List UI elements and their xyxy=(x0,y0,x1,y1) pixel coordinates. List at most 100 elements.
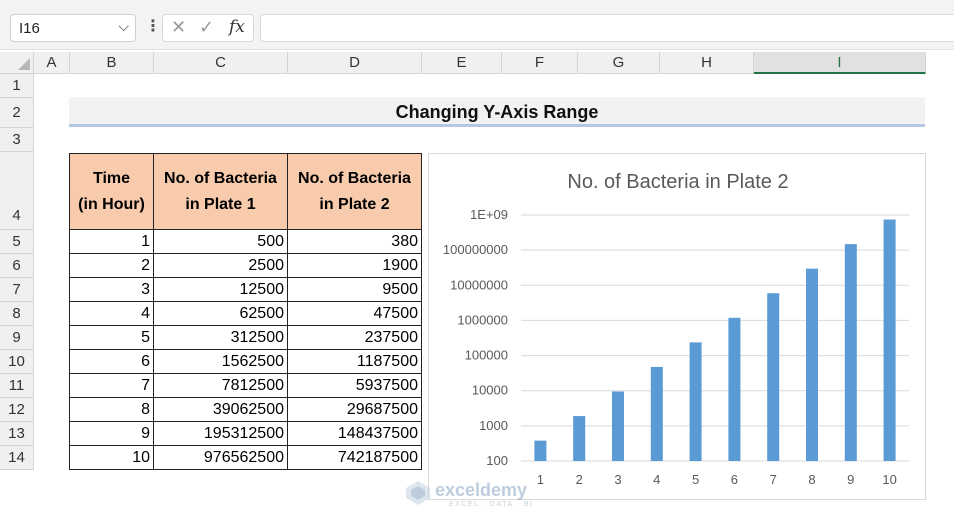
cell-plate-1[interactable]: 976562500 xyxy=(153,445,288,470)
y-tick-label: 1000 xyxy=(479,418,508,433)
logo-icon xyxy=(406,481,430,505)
table-row: 5 312500 237500 xyxy=(69,325,422,350)
sheet-title: Changing Y-Axis Range xyxy=(69,97,925,127)
cell-time[interactable]: 2 xyxy=(69,253,154,278)
exceldemy-logo: exceldemy EXCEL · DATA · BI xyxy=(405,478,555,514)
y-tick-label: 1E+09 xyxy=(470,207,508,222)
cell-plate-2[interactable]: 380 xyxy=(287,229,422,254)
enter-icon[interactable]: ✓ xyxy=(199,17,214,38)
cell-plate-1[interactable]: 500 xyxy=(153,229,288,254)
row-header-8[interactable]: 8 xyxy=(0,302,34,326)
chart-title: No. of Bacteria in Plate 2 xyxy=(567,171,788,193)
row-header-3[interactable]: 3 xyxy=(0,128,34,152)
cell-time[interactable]: 3 xyxy=(69,277,154,302)
cell-plate-2[interactable]: 5937500 xyxy=(287,373,422,398)
more-options-icon[interactable]: ⋮ xyxy=(145,16,161,36)
cell-plate-2[interactable]: 237500 xyxy=(287,325,422,350)
column-header-a[interactable]: A xyxy=(34,52,70,74)
cell-time[interactable]: 7 xyxy=(69,373,154,398)
cell-plate-2[interactable]: 29687500 xyxy=(287,397,422,422)
select-all-button[interactable] xyxy=(0,52,34,74)
column-header-e[interactable]: E xyxy=(422,52,502,74)
bar xyxy=(883,219,896,461)
row-header-14[interactable]: 14 xyxy=(0,446,34,470)
x-tick-label: 9 xyxy=(847,472,854,487)
name-box-value: I16 xyxy=(19,20,40,37)
cell-plate-2[interactable]: 742187500 xyxy=(287,445,422,470)
x-tick-label: 7 xyxy=(770,472,777,487)
chevron-down-icon[interactable]: ⌵ xyxy=(118,18,129,35)
column-header-d[interactable]: D xyxy=(288,52,422,74)
y-tick-label: 10000000 xyxy=(450,277,508,292)
data-table: Time (in Hour) No. of Bacteria in Plate 1 … xyxy=(69,153,422,470)
y-tick-label: 10000 xyxy=(472,383,508,398)
column-header-h[interactable]: H xyxy=(660,52,754,74)
cell-time[interactable]: 1 xyxy=(69,229,154,254)
table-row: 6 1562500 1187500 xyxy=(69,349,422,374)
cell-time[interactable]: 6 xyxy=(69,349,154,374)
x-tick-label: 3 xyxy=(614,472,621,487)
table-row: 7 7812500 5937500 xyxy=(69,373,422,398)
column-header-f[interactable]: F xyxy=(502,52,578,74)
name-box[interactable]: I16 ⌵ xyxy=(10,14,136,42)
y-tick-label: 100000000 xyxy=(443,242,508,257)
logo-tagline: EXCEL · DATA · BI xyxy=(449,501,534,508)
cell-plate-1[interactable]: 1562500 xyxy=(153,349,288,374)
cell-time[interactable]: 5 xyxy=(69,325,154,350)
bar xyxy=(650,366,663,461)
bar xyxy=(767,293,780,461)
formula-input[interactable] xyxy=(260,14,954,42)
row-header-9[interactable]: 9 xyxy=(0,326,34,350)
row-header-2[interactable]: 2 xyxy=(0,98,34,128)
cell-time[interactable]: 9 xyxy=(69,421,154,446)
cell-plate-1[interactable]: 7812500 xyxy=(153,373,288,398)
row-header-12[interactable]: 12 xyxy=(0,398,34,422)
cell-time[interactable]: 10 xyxy=(69,445,154,470)
x-tick-label: 4 xyxy=(653,472,660,487)
cell-time[interactable]: 4 xyxy=(69,301,154,326)
cell-plate-1[interactable]: 12500 xyxy=(153,277,288,302)
y-tick-label: 1000000 xyxy=(457,312,508,327)
row-header-7[interactable]: 7 xyxy=(0,278,34,302)
insert-function-icon[interactable]: fx xyxy=(229,17,245,37)
cell-plate-1[interactable]: 62500 xyxy=(153,301,288,326)
cell-plate-1[interactable]: 312500 xyxy=(153,325,288,350)
formula-bar: I16 ⌵ ⋮ ✕ ✓ fx xyxy=(0,0,954,50)
row-header-10[interactable]: 10 xyxy=(0,350,34,374)
row-header-6[interactable]: 6 xyxy=(0,254,34,278)
row-header-1[interactable]: 1 xyxy=(0,74,34,98)
x-tick-label: 8 xyxy=(808,472,815,487)
column-header-g[interactable]: G xyxy=(578,52,660,74)
header-time[interactable]: Time (in Hour) xyxy=(69,153,154,230)
row-header-5[interactable]: 5 xyxy=(0,230,34,254)
column-header-c[interactable]: C xyxy=(154,52,288,74)
bar xyxy=(573,416,586,461)
table-row: 1 500 380 xyxy=(69,229,422,254)
bar xyxy=(728,317,741,461)
cell-plate-1[interactable]: 195312500 xyxy=(153,421,288,446)
x-tick-label: 10 xyxy=(882,472,896,487)
header-plate-2[interactable]: No. of Bacteria in Plate 2 xyxy=(287,153,422,230)
y-tick-label: 100000 xyxy=(465,348,508,363)
cell-plate-2[interactable]: 148437500 xyxy=(287,421,422,446)
cell-plate-2[interactable]: 9500 xyxy=(287,277,422,302)
table-row: 10 976562500 742187500 xyxy=(69,445,422,470)
column-header-b[interactable]: B xyxy=(70,52,154,74)
logo-brand: exceldemy xyxy=(435,480,528,500)
table-row: 2 2500 1900 xyxy=(69,253,422,278)
cancel-icon[interactable]: ✕ xyxy=(171,17,186,38)
row-header-11[interactable]: 11 xyxy=(0,374,34,398)
table-row: 3 12500 9500 xyxy=(69,277,422,302)
x-tick-label: 5 xyxy=(692,472,699,487)
cell-plate-2[interactable]: 1187500 xyxy=(287,349,422,374)
header-plate-1[interactable]: No. of Bacteria in Plate 1 xyxy=(153,153,288,230)
column-header-i[interactable]: I xyxy=(754,52,926,74)
row-header-4[interactable]: 4 xyxy=(0,152,34,230)
cell-plate-1[interactable]: 2500 xyxy=(153,253,288,278)
cell-plate-1[interactable]: 39062500 xyxy=(153,397,288,422)
cell-plate-2[interactable]: 1900 xyxy=(287,253,422,278)
cell-time[interactable]: 8 xyxy=(69,397,154,422)
cell-plate-2[interactable]: 47500 xyxy=(287,301,422,326)
row-header-13[interactable]: 13 xyxy=(0,422,34,446)
bar-chart[interactable]: No. of Bacteria in Plate 2 100 1000 10000 10… xyxy=(428,153,926,500)
